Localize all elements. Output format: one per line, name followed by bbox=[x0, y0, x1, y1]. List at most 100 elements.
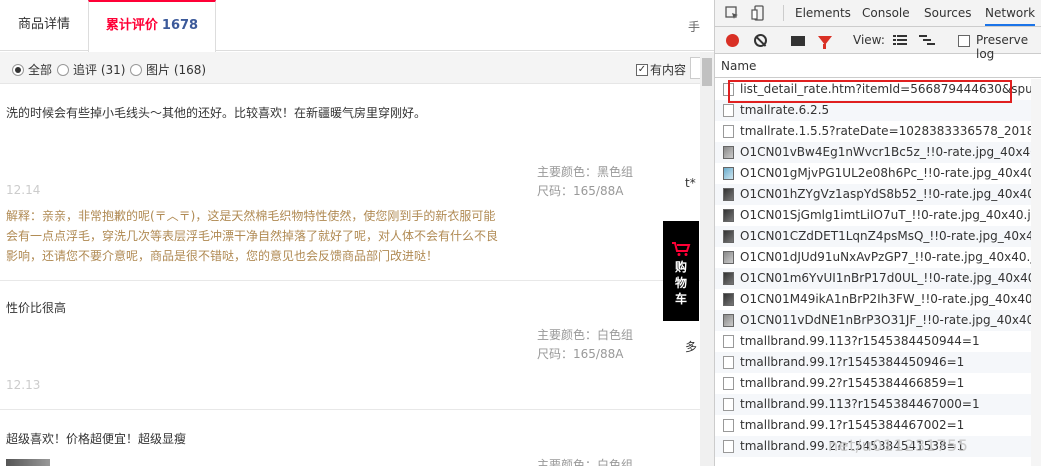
record-icon[interactable] bbox=[726, 34, 739, 47]
image-icon bbox=[723, 251, 734, 264]
request-name: O1CN011vDdNE1nBrP3O31JF_!!0-rate.jpg_40x… bbox=[740, 313, 1041, 327]
waterfall-icon[interactable] bbox=[919, 34, 935, 46]
review-count: 1678 bbox=[161, 18, 199, 33]
review-date: 12.14 bbox=[6, 183, 41, 197]
review-photo[interactable] bbox=[6, 459, 50, 466]
request-name: tmallbrand.99.113?r1545384450944=1 bbox=[740, 334, 980, 348]
review-attributes: 主要颜色：黑色组 尺码：165/88A bbox=[537, 163, 633, 201]
review-tabbar: 商品详情 累计评价 1678 手 bbox=[0, 0, 714, 52]
large-rows-icon[interactable] bbox=[893, 34, 907, 46]
tab-network[interactable]: Network bbox=[985, 6, 1036, 26]
tab-reviews-label: 累计评价 bbox=[105, 18, 158, 33]
review-size: 尺码：165/88A bbox=[537, 184, 624, 198]
screenshot-camera-icon[interactable] bbox=[791, 36, 805, 46]
cart-icon bbox=[672, 242, 691, 256]
review-attributes: 主要颜色：白色组 bbox=[537, 456, 633, 466]
filter-funnel-stem bbox=[823, 44, 826, 49]
network-toolbar: View: Preserve log bbox=[715, 27, 1041, 61]
request-row[interactable]: list_detail_rate.htm?itemId=566879444630… bbox=[715, 79, 1041, 100]
request-row[interactable]: O1CN01gMjvPG1UL2e08h6Pc_!!0-rate.jpg_40x… bbox=[715, 163, 1041, 184]
tab-reviews[interactable]: 累计评价 1678 bbox=[88, 0, 216, 52]
request-row[interactable]: O1CN01CZdDET1LqnZ4psMsQ_!!0-rate.jpg_40x… bbox=[715, 226, 1041, 247]
devtools-tabbar: Elements Console Sources Network bbox=[715, 0, 1041, 27]
document-icon bbox=[723, 440, 734, 453]
request-row[interactable]: O1CN01m6YvUI1nBrP17d0UL_!!0-rate.jpg_40x… bbox=[715, 268, 1041, 289]
image-icon bbox=[723, 272, 734, 285]
cart-button[interactable]: 购物车 bbox=[663, 221, 699, 321]
request-name: O1CN01m6YvUI1nBrP17d0UL_!!0-rate.jpg_40x… bbox=[740, 271, 1041, 285]
view-label: View: bbox=[853, 33, 885, 47]
tab-more[interactable]: 手 bbox=[688, 18, 700, 35]
filter-append-label: 追评 (31) bbox=[73, 63, 126, 77]
review-item: 超级喜欢！价格超便宜！超级显瘦 主要颜色：白色组 bbox=[0, 410, 700, 466]
request-row[interactable]: O1CN01SjGmlg1imtLiIO7uT_!!0-rate.jpg_40x… bbox=[715, 205, 1041, 226]
filter-pics[interactable]: 图片 (168) bbox=[130, 61, 206, 78]
request-name: O1CN01hZYgVz1aspYdS8b52_!!0-rate.jpg_40x… bbox=[740, 187, 1041, 201]
filter-all[interactable]: 全部 bbox=[12, 61, 52, 78]
request-list-scrollbar[interactable] bbox=[1031, 79, 1041, 466]
device-toolbar-icon[interactable] bbox=[751, 5, 767, 21]
image-icon bbox=[723, 167, 734, 180]
radio-icon bbox=[57, 63, 69, 76]
checkbox-checked-icon: ✓ bbox=[636, 63, 648, 76]
request-name: tmallbrand.99.1?r1545384450946=1 bbox=[740, 355, 965, 369]
tab-product-details[interactable]: 商品详情 bbox=[0, 0, 88, 51]
clear-icon[interactable] bbox=[754, 34, 767, 47]
request-row[interactable]: tmallbrand.99.2?r1545384466859=1 bbox=[715, 373, 1041, 394]
review-text: 洗的时候会有些掉小毛线头～其他的还好。比较喜欢！在新疆暖气房里穿刚好。 bbox=[6, 106, 427, 120]
review-color: 主要颜色：白色组 bbox=[537, 328, 634, 342]
filter-append[interactable]: 追评 (31) bbox=[57, 61, 125, 78]
filter-pics-label: 图片 (168) bbox=[146, 63, 207, 77]
document-icon bbox=[723, 335, 734, 348]
request-name: tmallrate.1.5.5?rateDate=1028383336578_2… bbox=[740, 124, 1041, 138]
document-icon bbox=[723, 104, 734, 117]
request-name: tmallbrand.99.1?r1545384467002=1 bbox=[740, 418, 965, 432]
cart-label: 购物车 bbox=[674, 260, 687, 306]
document-icon bbox=[723, 419, 734, 432]
request-name: O1CN01CZdDET1LqnZ4psMsQ_!!0-rate.jpg_40x… bbox=[740, 229, 1041, 243]
watermark: net/u011231755 bbox=[828, 436, 969, 455]
request-row[interactable]: tmallbrand.99.113?r1545384467000=1 bbox=[715, 394, 1041, 415]
request-name: O1CN01dJUd91uNxAvPzGP7_!!0-rate.jpg_40x4… bbox=[740, 250, 1041, 264]
request-row[interactable]: tmallrate.6.2.5 bbox=[715, 100, 1041, 121]
review-date: 12.13 bbox=[6, 378, 41, 392]
inspect-element-icon[interactable] bbox=[725, 6, 740, 21]
request-list: list_detail_rate.htm?itemId=566879444630… bbox=[715, 79, 1041, 457]
review-filter-bar: 全部 追评 (31) 图片 (168) ✓ 有内容 bbox=[0, 52, 704, 84]
request-row[interactable]: O1CN01hZYgVz1aspYdS8b52_!!0-rate.jpg_40x… bbox=[715, 184, 1041, 205]
preserve-log-label: Preserve log bbox=[976, 33, 1029, 61]
tab-console[interactable]: Console bbox=[862, 6, 910, 20]
request-row[interactable]: tmallrate.1.5.5?rateDate=1028383336578_2… bbox=[715, 121, 1041, 142]
review-size: 尺码：165/88A bbox=[537, 347, 624, 361]
document-icon bbox=[723, 377, 734, 390]
review-color: 主要颜色：黑色组 bbox=[537, 165, 634, 179]
review-color: 主要颜色：白色组 bbox=[537, 458, 634, 466]
request-row[interactable]: tmallbrand.99.113?r1545384450944=1 bbox=[715, 331, 1041, 352]
devtools-panel: Elements Console Sources Network View: P… bbox=[714, 0, 1041, 466]
request-name: O1CN01vBw4Eg1nWvcr1Bc5z_!!0-rate.jpg_40x… bbox=[740, 145, 1041, 159]
review-item: 性价比很高 主要颜色：白色组 尺码：165/88A 多 12.13 bbox=[0, 281, 700, 410]
document-icon bbox=[723, 356, 734, 369]
reply-line: 解释：亲亲，非常抱歉的呢(〒︿〒)，这是天然棉毛织物特性使然，使您刚到手的新衣服… bbox=[6, 209, 496, 223]
request-row[interactable]: O1CN01dJUd91uNxAvPzGP7_!!0-rate.jpg_40x4… bbox=[715, 247, 1041, 268]
request-row[interactable]: tmallbrand.99.1?r1545384450946=1 bbox=[715, 352, 1041, 373]
image-icon bbox=[723, 146, 734, 159]
request-row[interactable]: O1CN01M49ikA1nBrP2Ih3FW_!!0-rate.jpg_40x… bbox=[715, 289, 1041, 310]
image-icon bbox=[723, 314, 734, 327]
document-icon bbox=[723, 398, 734, 411]
scrollbar-thumb[interactable] bbox=[702, 58, 712, 86]
request-name: O1CN01SjGmlg1imtLiIO7uT_!!0-rate.jpg_40x… bbox=[740, 208, 1041, 222]
radio-icon bbox=[130, 63, 142, 76]
request-name: O1CN01gMjvPG1UL2e08h6Pc_!!0-rate.jpg_40x… bbox=[740, 166, 1041, 180]
request-row[interactable]: tmallbrand.99.1?r1545384467002=1 bbox=[715, 415, 1041, 436]
preserve-log-checkbox[interactable] bbox=[958, 35, 970, 47]
page-scrollbar[interactable] bbox=[700, 52, 714, 466]
request-row[interactable]: O1CN011vDdNE1nBrP3O31JF_!!0-rate.jpg_40x… bbox=[715, 310, 1041, 331]
tab-elements[interactable]: Elements bbox=[795, 6, 851, 20]
has-content-label: 有内容 bbox=[650, 63, 687, 77]
image-icon bbox=[723, 209, 734, 222]
tab-sources[interactable]: Sources bbox=[924, 6, 971, 20]
toolbar-divider bbox=[783, 5, 784, 21]
request-row[interactable]: O1CN01vBw4Eg1nWvcr1Bc5z_!!0-rate.jpg_40x… bbox=[715, 142, 1041, 163]
has-content-checkbox[interactable]: ✓ 有内容 bbox=[636, 61, 686, 78]
